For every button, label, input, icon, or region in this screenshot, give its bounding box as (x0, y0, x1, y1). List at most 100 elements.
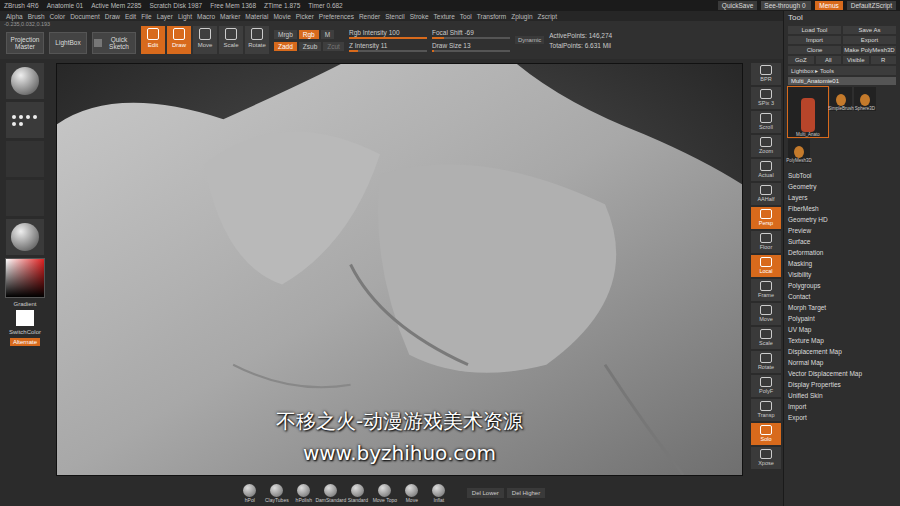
menu-item[interactable]: Zplugin (511, 13, 532, 20)
subpalette[interactable]: Export (788, 413, 896, 423)
title-button[interactable]: DefaultZScript (847, 1, 896, 10)
subpalette[interactable]: Geometry (788, 182, 896, 192)
color-picker[interactable] (5, 258, 45, 298)
subpalette[interactable]: Masking (788, 259, 896, 269)
rgb-channel[interactable]: Mrgb (274, 30, 297, 39)
brush-button[interactable]: hPol (238, 484, 262, 503)
lightbox-tools[interactable]: Lightbox ▸ Tools (788, 66, 896, 75)
rgb-channel[interactable]: Rgb (299, 30, 319, 39)
menu-item[interactable]: Movie (273, 13, 290, 20)
subpalette[interactable]: Geometry HD (788, 215, 896, 225)
menu-item[interactable]: Stroke (410, 13, 429, 20)
view-button[interactable]: Solo (751, 423, 781, 445)
gradient-label[interactable]: Gradient (13, 301, 36, 307)
tool-button[interactable]: R (871, 56, 897, 64)
mode-button[interactable]: Edit (141, 26, 165, 54)
brush-button[interactable]: DamStandard (319, 484, 343, 503)
tool-button[interactable]: Import (788, 36, 841, 44)
brush-button[interactable]: ClayTubes (265, 484, 289, 503)
z-channel[interactable]: Zcut (323, 42, 344, 51)
view-button[interactable]: PolyF (751, 375, 781, 397)
subpalette[interactable]: SubTool (788, 171, 896, 181)
slider[interactable]: Z Intensity 11 (349, 42, 427, 52)
alpha-thumb[interactable] (6, 141, 44, 177)
tool-button[interactable]: GoZ (788, 56, 814, 64)
texture-thumb[interactable] (6, 180, 44, 216)
subpalette[interactable]: Polygroups (788, 281, 896, 291)
quick-sketch-button[interactable]: Quick Sketch (92, 32, 136, 54)
subpalette[interactable]: Deformation (788, 248, 896, 258)
brush-thumb[interactable] (6, 63, 44, 99)
subpalette[interactable]: Import (788, 402, 896, 412)
mode-button[interactable]: Rotate (245, 26, 269, 54)
menu-item[interactable]: Stencil (385, 13, 405, 20)
z-channel[interactable]: Zsub (299, 42, 321, 51)
tool-button[interactable]: Export (843, 36, 896, 44)
subpalette[interactable]: Visibility (788, 270, 896, 280)
rgb-channel[interactable]: M (321, 30, 334, 39)
tool-button[interactable]: Load Tool (788, 26, 841, 34)
menu-item[interactable]: Alpha (6, 13, 23, 20)
subpalette[interactable]: Display Properties (788, 380, 896, 390)
title-button[interactable]: QuickSave (718, 1, 757, 10)
tool-thumb[interactable]: PolyMesh3D (788, 139, 810, 163)
view-button[interactable]: SPix 3 (751, 87, 781, 109)
subdivision-button[interactable]: Del Lower (467, 488, 504, 498)
view-button[interactable]: Move (751, 303, 781, 325)
view-button[interactable]: Floor (751, 231, 781, 253)
view-button[interactable]: Frame (751, 279, 781, 301)
z-channel[interactable]: Zadd (274, 42, 297, 51)
brush-button[interactable]: Move Topo (373, 484, 397, 503)
title-button[interactable]: Menus (815, 1, 843, 10)
see-through-slider[interactable]: See-through 0 (761, 1, 811, 10)
view-button[interactable]: Rotate (751, 351, 781, 373)
slider[interactable]: Draw Size 13 (432, 42, 510, 52)
view-button[interactable]: Scale (751, 327, 781, 349)
current-tool[interactable]: Multi_Anatomie01 (788, 77, 896, 85)
viewport[interactable]: 不移之火-动漫游戏美术资源www.byzhihuo.com (56, 63, 743, 476)
tool-button[interactable]: Clone (788, 46, 841, 54)
view-button[interactable]: AAHalf (751, 183, 781, 205)
tool-thumb[interactable]: Multi_Anato (788, 87, 828, 137)
alternate-button[interactable]: Alternate (10, 338, 40, 346)
menu-item[interactable]: Render (359, 13, 380, 20)
menu-item[interactable]: Layer (157, 13, 173, 20)
subpalette[interactable]: Normal Map (788, 358, 896, 368)
brush-button[interactable]: Inflat (427, 484, 451, 503)
menu-item[interactable]: Color (50, 13, 66, 20)
subpalette[interactable]: Unified Skin (788, 391, 896, 401)
shelf-button[interactable]: Projection Master (6, 32, 44, 54)
subpalette[interactable]: Preview (788, 226, 896, 236)
subpalette[interactable]: Surface (788, 237, 896, 247)
switch-color-button[interactable]: SwitchColor (9, 329, 41, 335)
subpalette[interactable]: Polypaint (788, 314, 896, 324)
subpalette[interactable]: Layers (788, 193, 896, 203)
subpalette[interactable]: Contact (788, 292, 896, 302)
tool-button[interactable]: Save As (843, 26, 896, 34)
menu-item[interactable]: Transform (477, 13, 506, 20)
stroke-thumb[interactable] (6, 102, 44, 138)
menu-item[interactable]: Light (178, 13, 192, 20)
tool-button[interactable]: All (816, 56, 842, 64)
menu-item[interactable]: Material (245, 13, 268, 20)
menu-item[interactable]: Picker (296, 13, 314, 20)
view-button[interactable]: Scroll (751, 111, 781, 133)
shelf-button[interactable]: LightBox (49, 32, 87, 54)
view-button[interactable]: Persp (751, 207, 781, 229)
subpalette[interactable]: FiberMesh (788, 204, 896, 214)
subpalette[interactable]: Texture Map (788, 336, 896, 346)
menu-item[interactable]: Marker (220, 13, 240, 20)
dynamic-button[interactable]: Dynamic (515, 36, 544, 44)
color-swatch[interactable] (16, 310, 34, 326)
tool-thumb[interactable]: Sphere3D (854, 87, 876, 111)
mode-button[interactable]: Draw (167, 26, 191, 54)
menu-item[interactable]: Zscript (538, 13, 558, 20)
menu-item[interactable]: Document (70, 13, 100, 20)
subdivision-button[interactable]: Del Higher (507, 488, 545, 498)
tool-thumb[interactable]: SimpleBrush (830, 87, 852, 111)
brush-button[interactable]: Standard (346, 484, 370, 503)
view-button[interactable]: Xpose (751, 447, 781, 469)
mode-button[interactable]: Scale (219, 26, 243, 54)
slider[interactable]: Focal Shift -69 (432, 29, 510, 39)
menu-item[interactable]: Brush (28, 13, 45, 20)
